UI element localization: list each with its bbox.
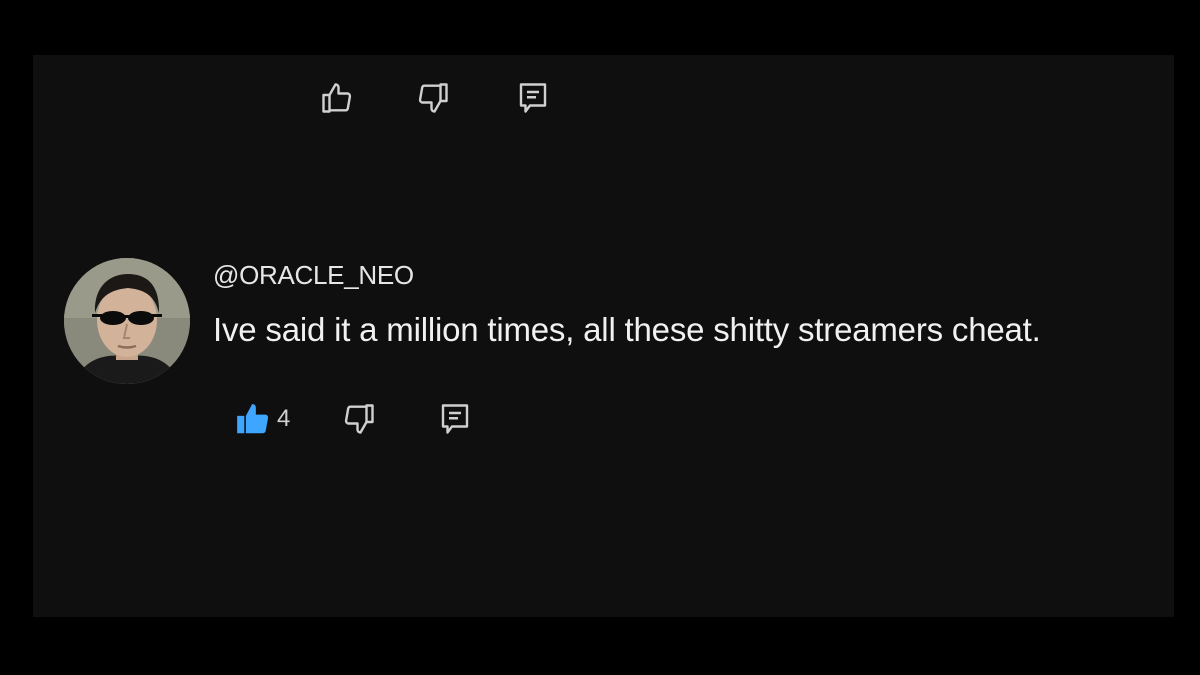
like-count: 4 xyxy=(277,405,291,432)
comment-author[interactable]: @ORACLE_NEO xyxy=(213,260,414,291)
thumb-down-outline-icon xyxy=(344,404,374,434)
comment-text: Ive said it a million times, all these s… xyxy=(213,311,1041,348)
previous-comment-actions xyxy=(317,78,553,118)
like-button[interactable] xyxy=(233,399,273,439)
dislike-button[interactable] xyxy=(339,399,379,439)
reply-comment-icon xyxy=(519,83,547,113)
reply-comment-icon xyxy=(441,404,469,434)
avatar[interactable] xyxy=(64,258,190,384)
reply-button[interactable] xyxy=(513,78,553,118)
like-button[interactable] xyxy=(317,78,357,118)
reply-button[interactable] xyxy=(435,399,475,439)
thumb-down-outline-icon xyxy=(418,83,448,113)
thumb-up-outline-icon xyxy=(322,83,352,113)
thumb-up-filled-icon xyxy=(237,403,269,434)
avatar-man-sunglasses xyxy=(64,258,190,384)
dislike-button[interactable] xyxy=(413,78,453,118)
comments-panel: @ORACLE_NEO Ive said it a million times,… xyxy=(33,55,1174,617)
comment-actions: 4 xyxy=(233,399,475,439)
